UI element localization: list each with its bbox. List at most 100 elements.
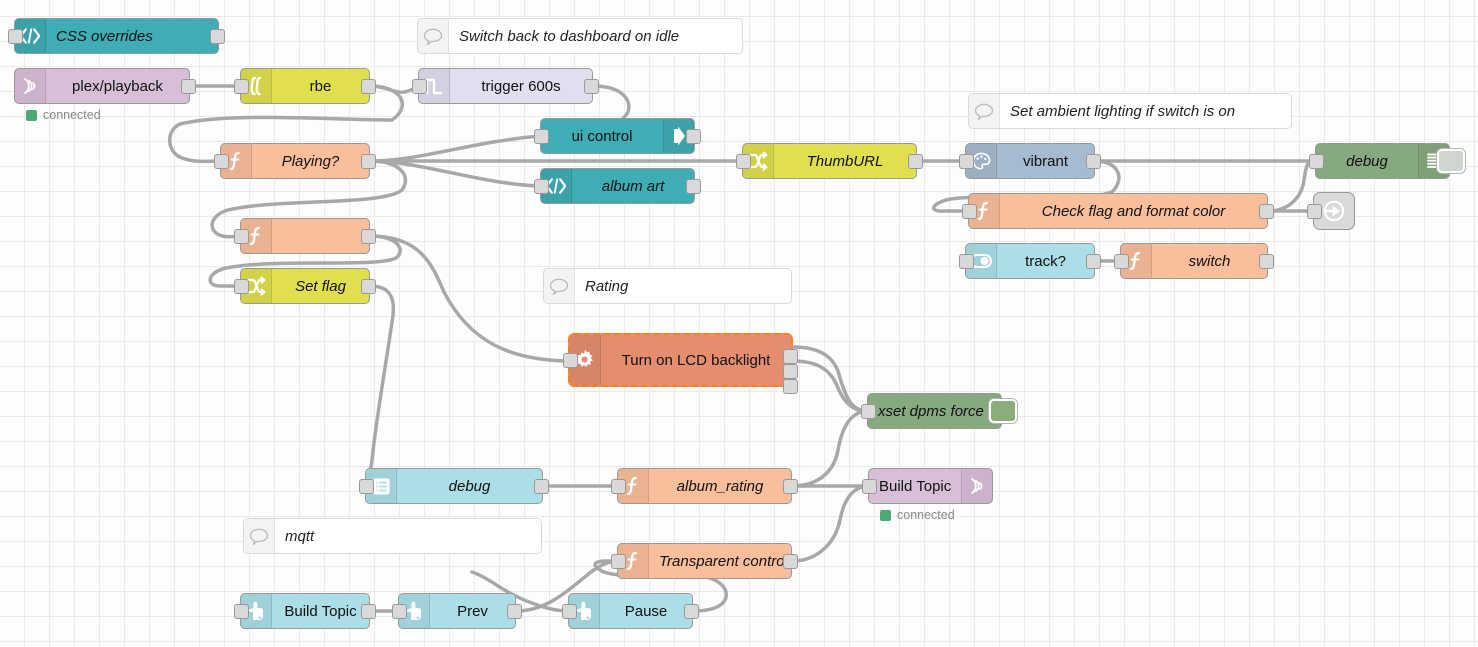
node-build-topic-1[interactable]: album_rating [611,468,798,504]
node-track[interactable] [234,218,376,254]
input-port[interactable] [959,154,974,169]
output-port[interactable] [534,479,549,494]
output-port[interactable] [361,79,376,94]
node-check-flag-and-format-color[interactable]: Check flag and format color [962,193,1274,229]
input-port[interactable] [234,279,249,294]
input-port[interactable] [563,353,578,368]
status-dot [26,109,37,121]
node-label-thumburl: ThumbURL [806,152,884,170]
debug-toggle-button[interactable] [989,399,1017,423]
debug-toggle-button[interactable] [1437,149,1465,173]
comment-text: Rating [585,277,629,295]
node-playing[interactable]: Playing? [214,143,376,179]
output-port[interactable] [1086,254,1101,269]
node-debug-right[interactable]: debug [1309,143,1465,179]
input-port[interactable] [861,404,876,419]
input-port[interactable] [234,79,249,94]
node-label-rating: Set flag [295,277,346,295]
input-port[interactable] [611,554,626,569]
output-port[interactable] [1259,204,1274,219]
output-port[interactable] [1086,154,1101,169]
output-port-3[interactable] [783,379,798,394]
output-port[interactable] [783,479,798,494]
node-label-switch: track? [1025,252,1066,270]
output-port[interactable] [361,604,376,619]
output-port-2[interactable] [783,364,798,379]
input-port[interactable] [1114,254,1129,269]
output-port[interactable] [908,154,923,169]
input-port[interactable] [611,479,626,494]
input-port[interactable] [214,154,229,169]
node-label-set-flag: switch [1188,252,1231,270]
input-port[interactable] [862,479,877,494]
node-switch[interactable]: track? [959,243,1101,279]
node-label-build-topic-1: album_rating [676,477,764,495]
comment-icon [969,94,1000,128]
status-dot [880,509,891,521]
output-port[interactable] [361,279,376,294]
input-port[interactable] [234,229,249,244]
node-rating[interactable]: Set flag [234,268,376,304]
node-xset-dpms-force-on[interactable]: Turn on LCD backlight [563,333,798,394]
input-port[interactable] [1307,204,1322,219]
node-label-check-flag: Check flag and format color [1041,202,1226,220]
node-label-mqtt-out: Build Topic [879,477,952,495]
output-port[interactable] [210,29,225,44]
output-port[interactable] [1259,254,1274,269]
node-rbe[interactable]: rbe [234,68,376,104]
node-css-overrides[interactable]: CSS overrides [8,18,225,54]
node-next-button[interactable]: Pause [562,593,699,629]
input-port[interactable] [8,29,23,44]
input-port[interactable] [736,154,751,169]
input-port[interactable] [392,604,407,619]
comment-switch-back-to-dashboard[interactable]: Switch back to dashboard on idle [417,18,743,54]
input-port[interactable] [959,254,974,269]
node-mqtt-out[interactable]: Build Topic [862,468,993,504]
node-pause-button[interactable]: Prev [392,593,522,629]
output-port[interactable] [361,154,376,169]
comment-transparent-control-overlays[interactable]: mqtt [243,518,542,554]
input-port[interactable] [962,204,977,219]
input-port[interactable] [562,604,577,619]
input-port[interactable] [234,604,249,619]
input-port[interactable] [412,79,427,94]
comment-turn-on-lcd-backlight[interactable]: Rating [543,268,792,304]
flow-canvas[interactable]: CSS overrides Switch back to dashboard o… [0,0,1478,647]
node-ui-control[interactable]: ui control [534,118,701,154]
node-label-debug-right: debug [1346,152,1388,170]
output-port[interactable] [181,79,196,94]
input-port[interactable] [534,179,549,194]
output-port[interactable] [783,554,798,569]
node-thumburl[interactable]: ThumbURL [736,143,923,179]
output-port-1[interactable] [783,349,798,364]
output-port[interactable] [584,79,599,94]
node-debug-mid[interactable]: xset dpms force on [861,393,1017,429]
node-set-flag[interactable]: switch [1114,243,1274,279]
comment-text: Switch back to dashboard on idle [459,27,680,45]
output-port[interactable] [684,604,699,619]
node-label-prev: Build Topic [284,602,357,620]
node-label-playing: Playing? [281,152,340,170]
node-link-out[interactable] [1307,192,1355,230]
output-port[interactable] [507,604,522,619]
input-port[interactable] [1309,154,1324,169]
input-port[interactable] [534,129,549,144]
output-port[interactable] [686,129,701,144]
node-label-css-overrides: CSS overrides [56,27,153,45]
node-album-rating[interactable]: debug [359,468,549,504]
node-build-topic-2[interactable]: Transparent control overlays [611,543,798,579]
mqtt-icon [15,69,46,103]
node-prev-button[interactable]: Build Topic [234,593,376,629]
comment-set-ambient-lighting[interactable]: Set ambient lighting if switch is on [968,93,1292,129]
status-text: connected [897,508,955,522]
node-label-xset-dpms: Turn on LCD backlight [621,351,771,369]
node-label-next: Pause [624,602,668,620]
node-plex-playback[interactable]: plex/playback [14,68,196,104]
input-port[interactable] [359,479,374,494]
node-trigger-600s[interactable]: trigger 600s [412,68,599,104]
output-port[interactable] [361,229,376,244]
node-album-art[interactable]: album art [534,168,701,204]
output-port[interactable] [686,179,701,194]
node-vibrant[interactable]: vibrant [959,143,1101,179]
node-label-album-rating: debug [448,477,491,495]
